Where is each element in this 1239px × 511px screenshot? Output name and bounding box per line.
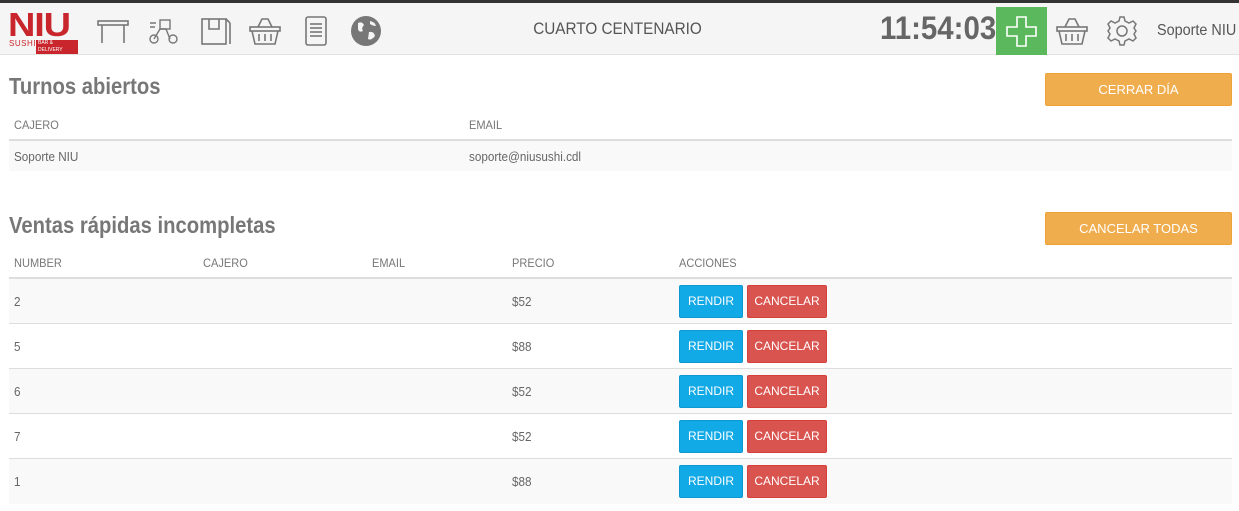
cell-cajero: Soporte NIU <box>14 149 79 164</box>
render-button[interactable]: RENDIR <box>679 465 743 498</box>
document-icon[interactable] <box>299 15 333 47</box>
column-header-cajero: CAJERO <box>203 256 248 270</box>
close-day-button[interactable]: CERRAR DÍA <box>1045 73 1232 106</box>
table-row: 7 $52 RENDIR CANCELAR <box>9 414 1232 459</box>
cancel-button[interactable]: CANCELAR <box>747 285 827 318</box>
cell-precio: $52 <box>512 384 532 399</box>
logo-wordmark: NIU <box>8 6 71 43</box>
cell-precio: $88 <box>512 339 532 354</box>
logo-sub: SUSHI <box>9 39 36 48</box>
sales-table: NUMBER CAJERO EMAIL PRECIO ACCIONES 2 $5… <box>9 248 1232 508</box>
cell-precio: $52 <box>512 429 532 444</box>
column-header-number: NUMBER <box>14 256 62 270</box>
cell-number: 2 <box>14 294 21 309</box>
table-row: 2 $52 RENDIR CANCELAR <box>9 279 1232 324</box>
column-header-email: EMAIL <box>469 118 503 132</box>
sales-title: Ventas rápidas incompletas <box>9 212 276 238</box>
branch-name: CUARTO CENTENARIO <box>533 19 702 38</box>
add-icon <box>1006 16 1037 47</box>
column-header-acciones: ACCIONES <box>679 256 737 270</box>
cell-precio: $88 <box>512 474 532 489</box>
cart-icon[interactable] <box>1055 15 1089 47</box>
cancel-button[interactable]: CANCELAR <box>747 420 827 453</box>
cell-number: 7 <box>14 429 21 444</box>
shifts-table: CAJERO EMAIL Soporte NIU soporte@niusush… <box>9 110 1232 172</box>
render-button[interactable]: RENDIR <box>679 330 743 363</box>
cancel-button[interactable]: CANCELAR <box>747 465 827 498</box>
table-row: 1 $88 RENDIR CANCELAR <box>9 459 1232 504</box>
scooter-icon[interactable] <box>146 15 180 47</box>
cancel-button[interactable]: CANCELAR <box>747 330 827 363</box>
cancel-button[interactable]: CANCELAR <box>747 375 827 408</box>
table-row: Soporte NIU soporte@niusushi.cdl <box>9 141 1232 171</box>
render-button[interactable]: RENDIR <box>679 285 743 318</box>
gear-icon[interactable] <box>1105 15 1139 47</box>
column-header-cajero: CAJERO <box>14 118 59 132</box>
render-button[interactable]: RENDIR <box>679 420 743 453</box>
logo-tag: BAR & DELIVERY <box>36 40 78 54</box>
bag-icon[interactable] <box>198 15 232 47</box>
column-header-email: EMAIL <box>372 256 406 270</box>
user-menu[interactable]: Soporte NIU ▾ <box>1157 20 1239 40</box>
add-button[interactable] <box>996 7 1047 55</box>
table-row: 6 $52 RENDIR CANCELAR <box>9 369 1232 414</box>
globe-icon[interactable] <box>349 15 383 47</box>
render-button[interactable]: RENDIR <box>679 375 743 408</box>
cell-precio: $52 <box>512 294 532 309</box>
clock: 11:54:03 <box>880 10 997 46</box>
cancel-all-button[interactable]: CANCELAR TODAS <box>1045 212 1232 245</box>
cell-email: soporte@niusushi.cdl <box>469 149 582 164</box>
top-navbar: NIU SUSHI BAR & DELIVERY CUARTO CENTENAR… <box>0 0 1239 55</box>
column-header-precio: PRECIO <box>512 256 555 270</box>
cell-number: 6 <box>14 384 21 399</box>
basket-icon[interactable] <box>248 15 282 47</box>
table-icon[interactable] <box>96 15 130 47</box>
shifts-title: Turnos abiertos <box>9 73 161 99</box>
cell-number: 5 <box>14 339 21 354</box>
table-row: 5 $88 RENDIR CANCELAR <box>9 324 1232 369</box>
niu-logo[interactable]: NIU SUSHI BAR & DELIVERY <box>8 7 78 54</box>
cell-number: 1 <box>14 474 21 489</box>
